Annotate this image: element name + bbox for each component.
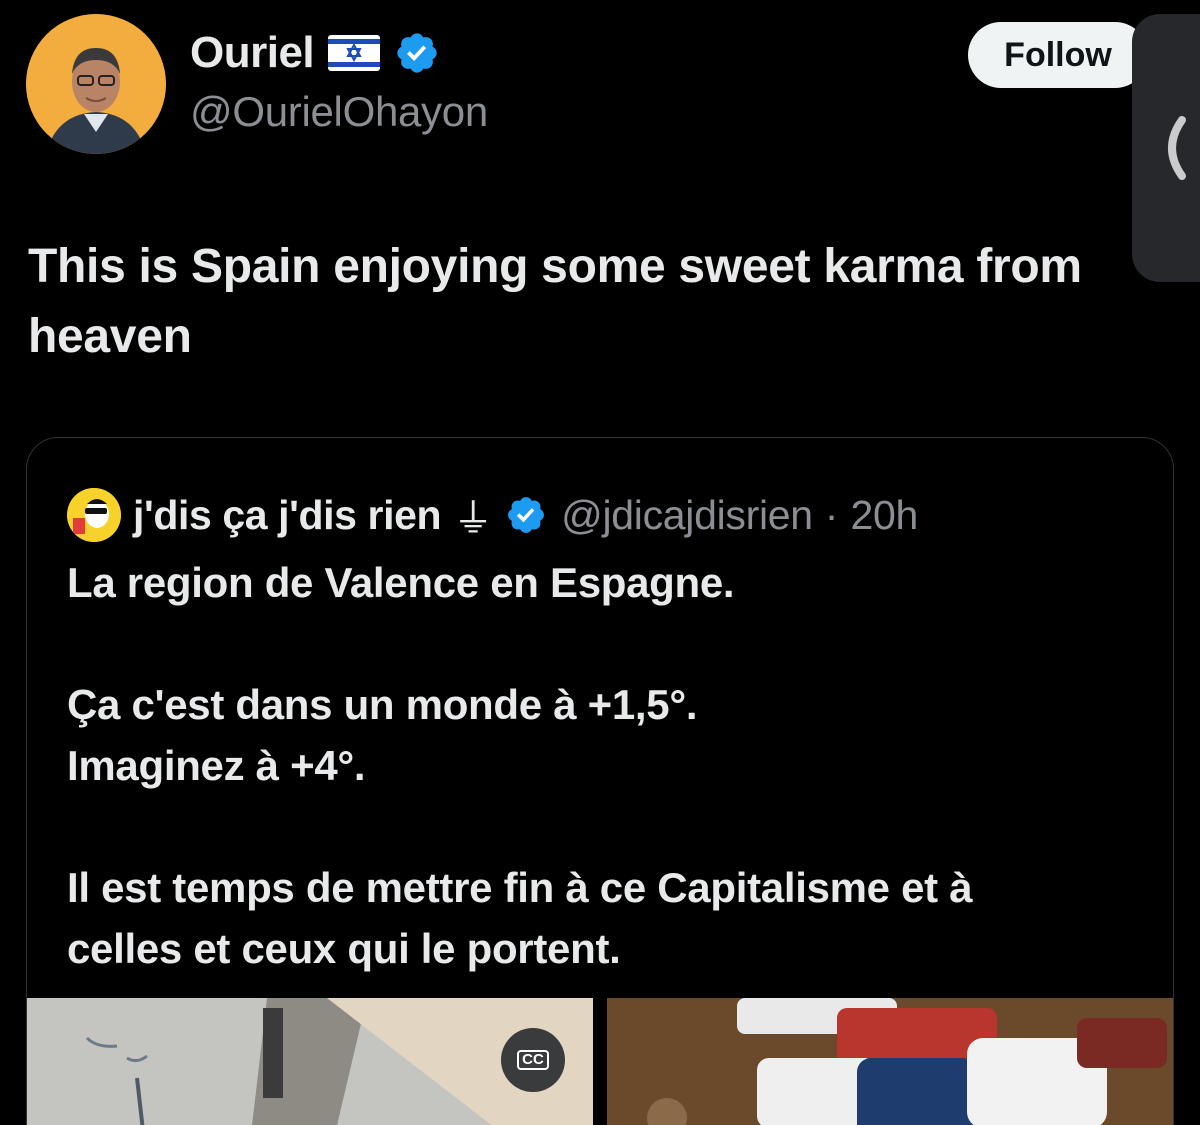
quoted-display-name[interactable]: j'dis ça j'dis rien xyxy=(133,492,442,539)
flood-photo-thumbnail xyxy=(607,998,1173,1125)
author-handle[interactable]: @OurielOhayon xyxy=(190,88,488,136)
chevron-left-icon xyxy=(1168,116,1186,180)
tweet-text: This is Spain enjoying some sweet karma … xyxy=(28,240,1082,363)
quoted-tweet-card[interactable]: j'dis ça j'dis rien ⏚ @jdicajdisrien · 2… xyxy=(26,437,1174,1125)
verified-badge-icon[interactable] xyxy=(394,30,440,76)
quoted-text-line: La region de Valence en Espagne. xyxy=(67,559,735,606)
israel-flag-icon xyxy=(328,35,381,71)
follow-button[interactable]: Follow xyxy=(968,22,1148,88)
quoted-media-video[interactable]: CC xyxy=(27,998,593,1125)
quoted-text-gap xyxy=(67,796,1147,857)
quoted-text-line: Ça c'est dans un monde à +1,5°. xyxy=(67,681,698,728)
quoted-tweet-header: j'dis ça j'dis rien ⏚ @jdicajdisrien · 2… xyxy=(67,486,918,544)
quoted-name-emoji: ⏚ xyxy=(453,497,494,541)
quoted-text-line: Imaginez à +4°. xyxy=(67,742,366,789)
author-name-row: Ouriel xyxy=(190,28,440,78)
quoted-separator: · xyxy=(824,491,839,538)
avatar-image xyxy=(26,14,166,154)
quoted-tweet-text: La region de Valence en Espagne. Ça c'es… xyxy=(67,552,1147,979)
quoted-timestamp[interactable]: 20h xyxy=(850,492,918,539)
author-display-name[interactable]: Ouriel xyxy=(190,28,315,78)
closed-captions-button[interactable]: CC xyxy=(501,1028,565,1092)
author-avatar[interactable] xyxy=(26,14,166,154)
quoted-text-gap xyxy=(67,613,1147,674)
quoted-media-image[interactable] xyxy=(607,998,1173,1125)
side-panel-handle[interactable] xyxy=(1132,14,1200,282)
quoted-text-line: Il est temps de mettre fin à ce Capitali… xyxy=(67,864,973,911)
quoted-author-avatar[interactable] xyxy=(67,488,121,542)
quoted-avatar-image xyxy=(67,488,121,542)
quoted-verified-badge-icon[interactable] xyxy=(505,494,547,536)
quoted-text-line: celles et ceux qui le portent. xyxy=(67,925,621,972)
cc-label: CC xyxy=(517,1050,549,1070)
quoted-handle[interactable]: @jdicajdisrien xyxy=(561,492,813,539)
